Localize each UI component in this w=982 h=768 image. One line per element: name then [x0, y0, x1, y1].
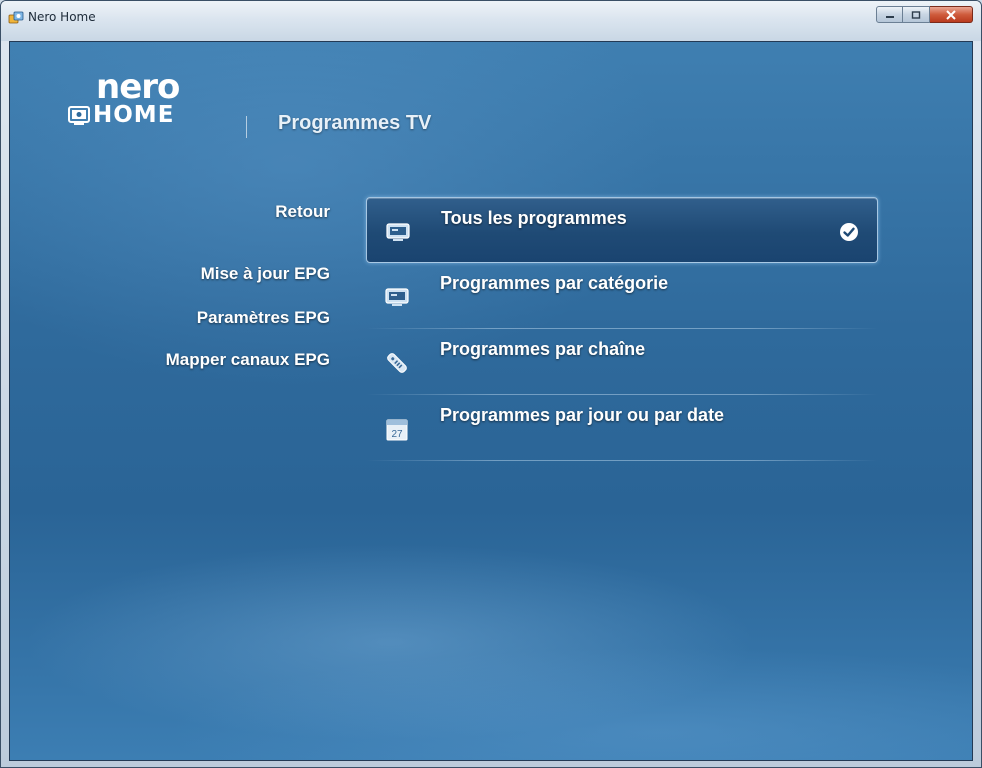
menu-item-label: Programmes par jour ou par date — [440, 405, 725, 425]
nero-home-content: nero HOME Programmes TV Retour Mise à jo… — [9, 41, 973, 761]
close-icon — [946, 9, 956, 20]
header-divider — [246, 116, 247, 138]
menu-item-programmes-par-jour-ou-par-date[interactable]: 27 Programmes par jour ou par date — [366, 395, 878, 461]
menu-item-label: Programmes par chaîne — [440, 339, 646, 359]
maximize-icon — [911, 10, 921, 19]
menu-separator — [366, 460, 878, 461]
close-button[interactable] — [930, 6, 973, 23]
window-title: Nero Home — [28, 10, 96, 24]
nero-home-app-icon — [8, 11, 24, 24]
remote-icon — [387, 353, 407, 373]
calendar-icon: 27 — [386, 419, 408, 441]
tv-icon — [385, 288, 409, 306]
menu-item-label: Tous les programmes — [441, 208, 627, 228]
side-item-mapper-canaux-epg[interactable]: Mapper canaux EPG — [166, 350, 330, 370]
checkmark-icon — [840, 223, 858, 241]
minimize-button[interactable] — [876, 6, 903, 23]
title-bar[interactable]: Nero Home — [1, 1, 981, 41]
maximize-button[interactable] — [903, 6, 930, 23]
calendar-day-text: 27 — [391, 429, 403, 440]
menu-item-programmes-par-chaine[interactable]: Programmes par chaîne — [366, 329, 878, 395]
menu-item-tous-les-programmes[interactable]: Tous les programmes — [366, 197, 878, 263]
menu-item-label: Programmes par catégorie — [440, 273, 669, 293]
side-item-mise-a-jour-epg[interactable]: Mise à jour EPG — [201, 264, 330, 284]
side-item-parametres-epg[interactable]: Paramètres EPG — [197, 308, 330, 328]
logo-home-text: HOME — [93, 102, 175, 128]
logo-nero-text: nero — [96, 67, 180, 107]
page-title: Programmes TV — [278, 112, 432, 134]
app-window: Nero Home nero HOME Programmes TV Retour… — [0, 0, 982, 768]
window-controls — [876, 6, 973, 25]
minimize-icon — [885, 15, 894, 18]
menu-item-programmes-par-categorie[interactable]: Programmes par catégorie — [366, 263, 878, 329]
logo-tv-icon — [68, 106, 90, 125]
tv-icon — [386, 223, 410, 241]
side-item-retour[interactable]: Retour — [275, 202, 330, 222]
nero-home-logo: nero HOME — [68, 70, 218, 142]
